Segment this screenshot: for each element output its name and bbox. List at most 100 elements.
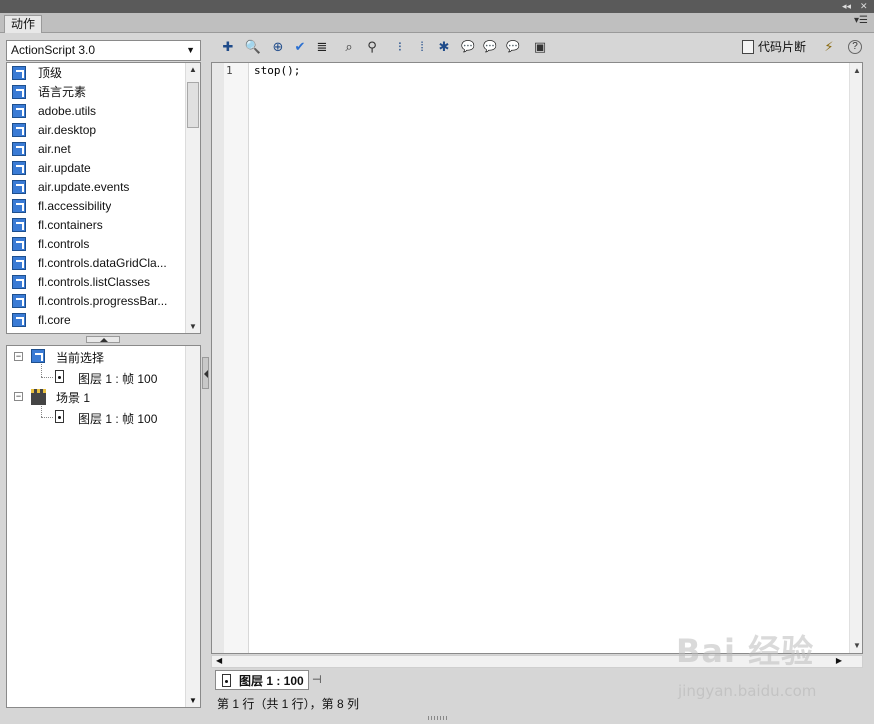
- splitter-handle[interactable]: [86, 336, 120, 343]
- script-navigator: − 当前选择 图层 1 : 帧 100 − 场景 1 图层 1 : 帧 100 …: [6, 345, 201, 708]
- tree-item-frame[interactable]: 图层 1 : 帧 100: [78, 370, 157, 387]
- toolbox-item[interactable]: fl.controls.listClasses: [7, 272, 185, 291]
- toolbox-item[interactable]: fl.controls.progressBar...: [7, 291, 185, 310]
- panel-title-strip: ◂◂ ✕: [0, 0, 874, 13]
- language-select-value: ActionScript 3.0: [11, 43, 96, 57]
- toolbox-item-label: fl.controls: [38, 236, 90, 251]
- toolbox-item[interactable]: 语言元素: [7, 82, 185, 101]
- script-tab[interactable]: 图层 1 : 100: [215, 670, 309, 690]
- tree-item-frame[interactable]: 图层 1 : 帧 100: [78, 410, 157, 427]
- tab-actions[interactable]: 动作: [4, 15, 43, 33]
- scroll-down-icon[interactable]: ▼: [853, 641, 861, 650]
- collapse-between-braces-icon[interactable]: ⁝: [391, 38, 409, 56]
- toolbox-scrollbar[interactable]: ▲ ▼: [185, 63, 200, 333]
- toolbox-item-label: air.desktop: [38, 122, 97, 137]
- package-icon: [12, 236, 26, 251]
- toolbox-item-label: air.update: [38, 160, 91, 175]
- check-syntax-icon[interactable]: ✔: [291, 38, 309, 56]
- current-selection-icon: [31, 349, 45, 363]
- show-hide-toolbox-icon[interactable]: ▣: [531, 38, 549, 56]
- code-snippets-button[interactable]: 代码片断: [742, 38, 806, 56]
- debug-options-icon[interactable]: ⚲: [363, 38, 381, 56]
- toolbox-item[interactable]: air.update.events: [7, 177, 185, 196]
- find-icon[interactable]: 🔍: [244, 38, 262, 56]
- toolbox-item-label: 语言元素: [38, 85, 87, 99]
- scroll-thumb[interactable]: [187, 82, 199, 128]
- scroll-down-icon[interactable]: ▼: [189, 696, 197, 705]
- baidu-watermark: Bai 经验 jingyan.baidu.com: [676, 626, 846, 706]
- frame-icon: [55, 410, 64, 423]
- toolbox-item-label: fl.core: [38, 312, 71, 327]
- package-icon: [12, 84, 26, 99]
- frame-icon: [55, 370, 64, 383]
- tree-item-scene[interactable]: 场景 1: [56, 389, 90, 406]
- editor-vertical-scrollbar[interactable]: ▲ ▼: [849, 63, 862, 653]
- panel-menu-icon[interactable]: ▾☰: [854, 15, 868, 26]
- apply-line-comment-icon[interactable]: 💬: [481, 38, 499, 56]
- status-bar-text: 第 1 行（共 1 行），第 8 列: [217, 697, 360, 711]
- help-icon[interactable]: ?: [848, 40, 862, 54]
- watermark-logo: Bai 经验: [676, 632, 815, 670]
- package-icon: [12, 312, 26, 327]
- toolbox-item[interactable]: air.desktop: [7, 120, 185, 139]
- add-new-item-icon[interactable]: ✚: [219, 38, 237, 56]
- toolbox-item[interactable]: air.update: [7, 158, 185, 177]
- package-icon: [12, 179, 26, 194]
- scroll-left-icon[interactable]: ◀: [216, 656, 222, 665]
- show-code-hint-icon[interactable]: ⌕: [340, 38, 358, 56]
- toolbox-item[interactable]: air.net: [7, 139, 185, 158]
- package-icon: [12, 122, 26, 137]
- code-snippets-label: 代码片断: [758, 40, 807, 54]
- toolbox-item[interactable]: 顶级: [7, 63, 185, 82]
- collapse-selection-icon[interactable]: ⁞: [413, 38, 431, 56]
- script-assist-wand-icon[interactable]: ⚡: [820, 38, 838, 56]
- toolbox-item-label: air.net: [38, 141, 71, 156]
- toolbox-item-label: 顶级: [38, 66, 63, 80]
- toolbox-item[interactable]: adobe.utils: [7, 101, 185, 120]
- tree-item-current-selection[interactable]: 当前选择: [56, 349, 104, 366]
- actions-toolbox: 顶级 语言元素 adobe.utils air.desktop air.net …: [6, 62, 201, 334]
- package-icon: [12, 141, 26, 156]
- pin-script-icon[interactable]: ⊣: [312, 673, 326, 687]
- document-icon: [742, 40, 754, 54]
- package-icon: [12, 217, 26, 232]
- toolbox-item[interactable]: fl.containers: [7, 215, 185, 234]
- toolbox-item[interactable]: fl.core: [7, 310, 185, 329]
- scroll-down-icon[interactable]: ▼: [189, 322, 197, 331]
- line-number-column: [224, 63, 249, 653]
- resize-grip[interactable]: [428, 716, 448, 720]
- package-icon: [12, 160, 26, 175]
- auto-format-icon[interactable]: ≣: [313, 38, 331, 56]
- package-icon: [12, 293, 26, 308]
- navigator-scrollbar[interactable]: ▼: [185, 346, 200, 707]
- frame-icon: [222, 673, 231, 687]
- remove-comment-icon[interactable]: 💬: [504, 38, 522, 56]
- script-tab-label: 图层 1 : 100: [239, 673, 304, 688]
- toolbox-item-label: adobe.utils: [38, 103, 97, 118]
- package-icon: [12, 255, 26, 270]
- package-icon: [12, 103, 26, 118]
- toolbox-item-label: fl.controls.dataGridCla...: [38, 255, 167, 270]
- collapse-panel-icon[interactable]: ◂◂: [842, 0, 851, 13]
- scroll-up-icon[interactable]: ▲: [189, 65, 197, 74]
- apply-block-comment-icon[interactable]: 💬: [459, 38, 477, 56]
- insert-target-path-icon[interactable]: ⊕: [269, 38, 287, 56]
- collapse-toggle-icon[interactable]: −: [14, 392, 23, 401]
- toolbox-item[interactable]: fl.accessibility: [7, 196, 185, 215]
- collapse-toggle-icon[interactable]: −: [14, 352, 23, 361]
- scene-icon: [31, 389, 46, 405]
- language-select[interactable]: ActionScript 3.0 ▼: [6, 40, 201, 61]
- watermark-url: jingyan.baidu.com: [678, 682, 817, 700]
- toolbox-item[interactable]: fl.controls: [7, 234, 185, 253]
- package-icon: [12, 274, 26, 289]
- code-line[interactable]: stop();: [254, 64, 300, 77]
- collapse-left-pane-handle[interactable]: [202, 357, 209, 389]
- toolbox-item[interactable]: fl.controls.dataGridCla...: [7, 253, 185, 272]
- close-panel-icon[interactable]: ✕: [860, 0, 868, 13]
- scroll-up-icon[interactable]: ▲: [853, 66, 861, 75]
- expand-all-icon[interactable]: ✱: [435, 38, 453, 56]
- breakpoint-gutter[interactable]: [212, 63, 224, 653]
- toolbox-item-label: fl.controls.listClasses: [38, 274, 151, 289]
- panel-tab-row: 动作 ▾☰: [0, 13, 874, 33]
- script-editor[interactable]: 1 stop(); ▲ ▼: [211, 62, 863, 654]
